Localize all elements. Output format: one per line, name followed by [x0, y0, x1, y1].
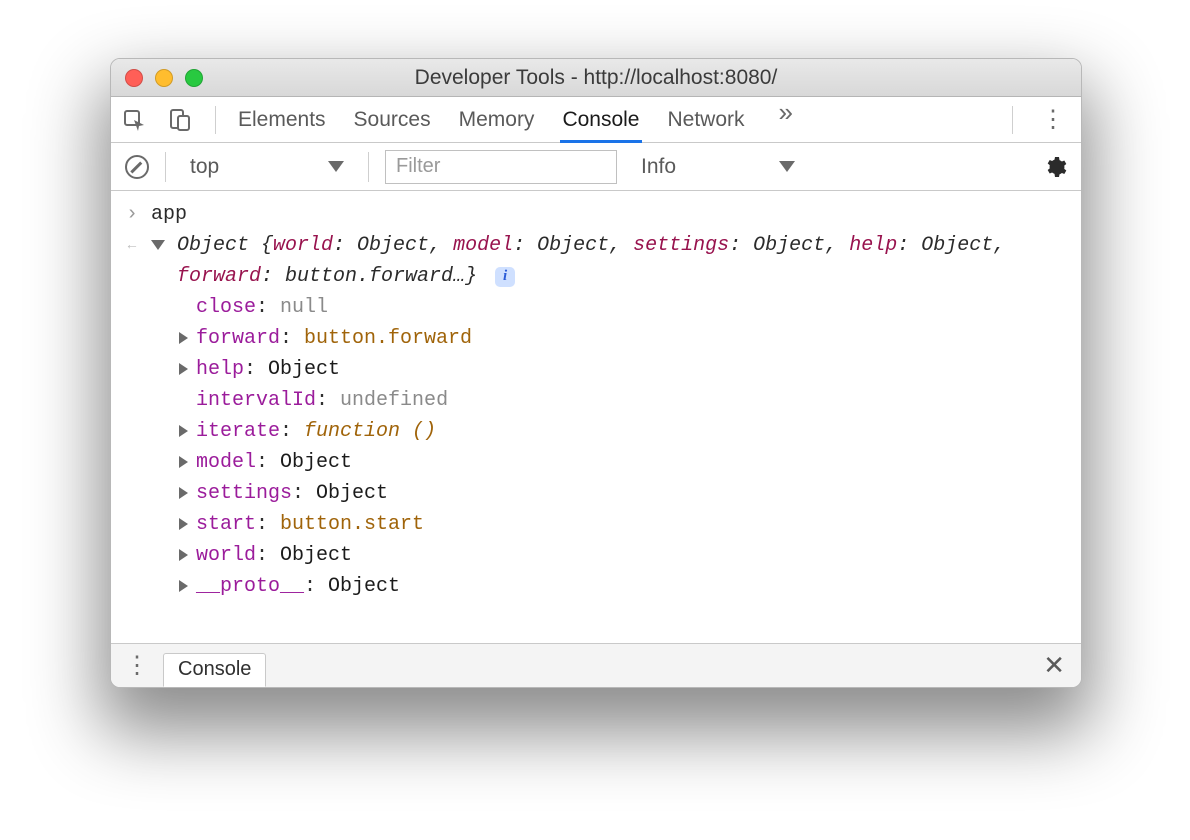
separator	[1012, 106, 1013, 134]
drawer-close-button[interactable]: ✕	[1037, 650, 1071, 681]
output-arrow-icon: ←	[123, 230, 141, 257]
drawer-tab-console[interactable]: Console	[163, 653, 266, 687]
property-row[interactable]: model: Object	[179, 447, 1069, 478]
property-row[interactable]: forward: button.forward	[179, 323, 1069, 354]
expand-caret-icon[interactable]	[179, 580, 188, 592]
property-value: null	[280, 296, 328, 319]
separator	[368, 152, 369, 182]
devtools-window: Developer Tools - http://localhost:8080/…	[110, 58, 1082, 688]
property-value: undefined	[340, 389, 448, 412]
devtools-menu-button[interactable]: ⋮	[1035, 105, 1071, 134]
tab-label: Sources	[354, 108, 431, 132]
tab-memory[interactable]: Memory	[459, 97, 535, 142]
clear-console-icon[interactable]	[125, 155, 149, 179]
property-value: function ()	[304, 420, 436, 443]
property-value: Object	[328, 575, 400, 598]
minimize-window-button[interactable]	[155, 69, 173, 87]
tab-console[interactable]: Console	[562, 97, 639, 142]
console-result-row: ← Object {world: Object, model: Object, …	[123, 230, 1069, 292]
property-name: start	[196, 513, 256, 536]
expand-caret-icon[interactable]	[179, 425, 188, 437]
chevron-down-icon	[328, 161, 344, 172]
property-name: close	[196, 296, 256, 319]
property-name: world	[196, 544, 256, 567]
property-name: settings	[196, 482, 292, 505]
property-row: close: null	[179, 292, 1069, 323]
console-settings-button[interactable]	[1043, 155, 1067, 179]
spacer	[179, 292, 188, 304]
tab-sources[interactable]: Sources	[354, 97, 431, 142]
object-expand-toggle[interactable]: Object {world: Object, model: Object, se…	[151, 230, 1069, 292]
tab-network[interactable]: Network	[668, 97, 745, 142]
property-value: button.start	[280, 513, 424, 536]
tab-elements[interactable]: Elements	[238, 97, 326, 142]
property-row[interactable]: iterate: function ()	[179, 416, 1069, 447]
kebab-icon: ⋮	[1041, 106, 1065, 133]
property-name: model	[196, 451, 256, 474]
log-level-select[interactable]: Info	[633, 153, 803, 181]
property-value: Object	[316, 482, 388, 505]
execution-context-select[interactable]: top	[182, 153, 352, 181]
chevrons-right-icon: »	[779, 97, 793, 127]
property-value: Object	[280, 451, 352, 474]
close-window-button[interactable]	[125, 69, 143, 87]
property-name: help	[196, 358, 244, 381]
inspect-element-icon[interactable]	[121, 107, 147, 133]
window-title: Developer Tools - http://localhost:8080/	[111, 66, 1081, 90]
console-output: › app ← Object {world: Object, model: Ob…	[111, 191, 1081, 643]
console-input-row: › app	[123, 199, 1069, 230]
expand-caret-icon[interactable]	[179, 332, 188, 344]
drawer: ⋮ Console ✕	[111, 643, 1081, 687]
tab-label: Network	[668, 108, 745, 132]
drawer-menu-button[interactable]: ⋮	[121, 651, 153, 680]
object-properties-tree: close: nullforward: button.forwardhelp: …	[123, 292, 1069, 602]
expand-caret-icon[interactable]	[179, 456, 188, 468]
kebab-icon: ⋮	[125, 652, 149, 679]
panel-tabs: Elements Sources Memory Console Network …	[238, 97, 990, 142]
drawer-tab-label: Console	[178, 658, 251, 681]
property-row: intervalId: undefined	[179, 385, 1069, 416]
devtools-tabbar: Elements Sources Memory Console Network …	[111, 97, 1081, 143]
zoom-window-button[interactable]	[185, 69, 203, 87]
console-toolbar: top Info	[111, 143, 1081, 191]
property-name: forward	[196, 327, 280, 350]
property-value: Object	[280, 544, 352, 567]
console-input-text: app	[151, 199, 187, 230]
gear-icon	[1043, 155, 1067, 179]
chevron-down-icon	[779, 161, 795, 172]
window-controls	[111, 69, 203, 87]
property-name: intervalId	[196, 389, 316, 412]
info-badge-icon[interactable]: i	[495, 267, 515, 287]
spacer	[179, 385, 188, 397]
property-row[interactable]: settings: Object	[179, 478, 1069, 509]
caret-down-icon	[151, 240, 165, 250]
console-filter-input[interactable]	[385, 150, 617, 184]
property-row[interactable]: world: Object	[179, 540, 1069, 571]
property-value: Object	[268, 358, 340, 381]
tab-label: Memory	[459, 108, 535, 132]
tab-label: Console	[562, 108, 639, 132]
context-value: top	[190, 155, 219, 179]
property-row[interactable]: start: button.start	[179, 509, 1069, 540]
expand-caret-icon[interactable]	[179, 363, 188, 375]
property-value: button.forward	[304, 327, 472, 350]
expand-caret-icon[interactable]	[179, 518, 188, 530]
level-value: Info	[641, 155, 676, 179]
property-name: __proto__	[196, 575, 304, 598]
titlebar: Developer Tools - http://localhost:8080/	[111, 59, 1081, 97]
expand-caret-icon[interactable]	[179, 487, 188, 499]
input-chevron-icon: ›	[123, 199, 141, 230]
property-name: iterate	[196, 420, 280, 443]
tab-label: Elements	[238, 108, 326, 132]
separator	[215, 106, 216, 134]
expand-caret-icon[interactable]	[179, 549, 188, 561]
close-icon: ✕	[1043, 650, 1065, 680]
device-toolbar-icon[interactable]	[167, 107, 193, 133]
tabs-overflow-button[interactable]: »	[773, 97, 799, 142]
property-row[interactable]: __proto__: Object	[179, 571, 1069, 602]
property-row[interactable]: help: Object	[179, 354, 1069, 385]
separator	[165, 152, 166, 182]
object-summary: Object {world: Object, model: Object, se…	[177, 230, 1069, 292]
